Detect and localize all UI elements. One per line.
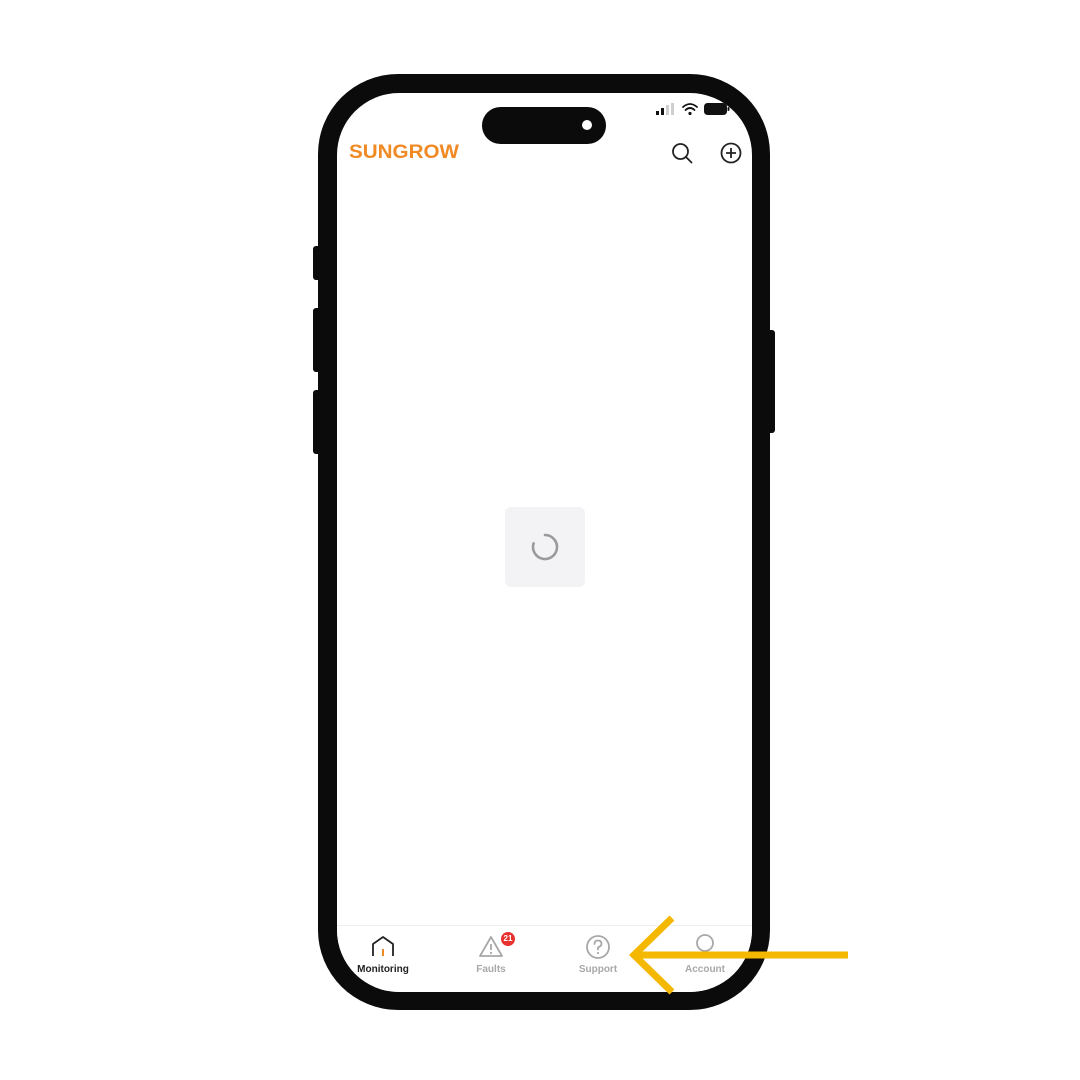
sungrow-logo: SUNGROW bbox=[349, 142, 459, 162]
dynamic-island bbox=[482, 107, 606, 144]
stage: SUNGROW Monitoring 21 Faults Support Acc… bbox=[0, 0, 1080, 1080]
app-screen: SUNGROW Monitoring 21 Faults Support Acc… bbox=[337, 93, 752, 992]
plus-circle-icon bbox=[720, 142, 742, 164]
status-bar bbox=[656, 101, 730, 117]
tab-label-faults: Faults bbox=[476, 964, 506, 975]
tab-faults[interactable]: 21 Faults bbox=[446, 932, 536, 978]
search-icon bbox=[672, 143, 693, 164]
battery-icon bbox=[704, 103, 730, 115]
spinner-icon bbox=[531, 533, 559, 561]
tab-monitoring[interactable]: Monitoring bbox=[338, 934, 428, 978]
camera-dot bbox=[582, 120, 592, 130]
cellular-signal-icon bbox=[656, 103, 674, 115]
wifi-icon bbox=[682, 103, 698, 115]
faults-count-badge: 21 bbox=[501, 932, 515, 946]
brand-logo-text: SUNGROW bbox=[349, 142, 459, 162]
tab-label-monitoring: Monitoring bbox=[357, 964, 409, 975]
annotation-arrow-icon bbox=[628, 915, 848, 995]
home-icon bbox=[372, 936, 394, 956]
search-button[interactable] bbox=[670, 141, 694, 165]
loading-indicator bbox=[505, 507, 585, 587]
question-circle-icon bbox=[586, 935, 610, 959]
add-plant-button[interactable] bbox=[719, 141, 743, 165]
